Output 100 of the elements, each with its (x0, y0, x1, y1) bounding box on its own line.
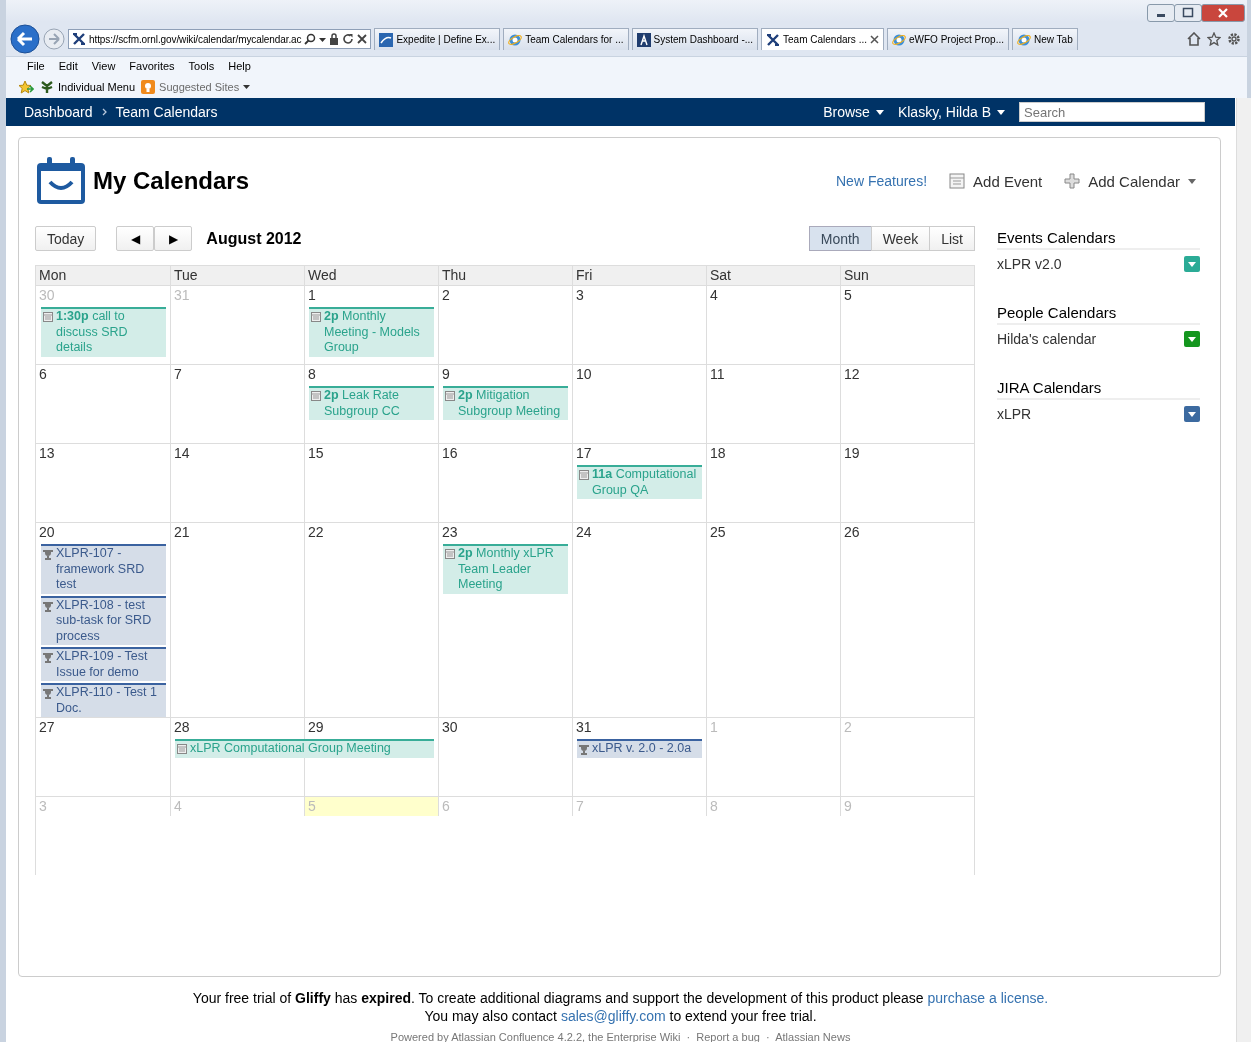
day-number: 2 (441, 286, 451, 305)
favorites-link[interactable]: Suggested Sites (159, 80, 240, 93)
menu-item[interactable]: Favorites (122, 60, 182, 72)
view-tab[interactable]: Week (870, 226, 931, 251)
calendar-name[interactable]: xLPR v2.0 (997, 256, 1062, 272)
section-heading: JIRA Calendars (997, 379, 1200, 400)
tower-icon (636, 32, 651, 47)
weekday-header: Wed (304, 266, 438, 285)
close-icon[interactable] (1201, 4, 1245, 22)
browser-tab[interactable]: System Dashboard -... (631, 28, 759, 50)
section-heading: People Calendars (997, 304, 1200, 325)
today-button[interactable]: Today (35, 226, 97, 251)
favorites-star-icon[interactable] (18, 79, 34, 94)
new-features-link[interactable]: New Features! (836, 173, 928, 189)
back-icon[interactable] (10, 24, 40, 54)
menu-item[interactable]: File (20, 60, 52, 72)
day-number: 28 (173, 718, 191, 737)
purchase-link[interactable]: purchase a license. (927, 990, 1049, 1006)
chevron-icon (101, 108, 107, 116)
weekday-header: Sun (840, 266, 974, 285)
day-number: 26 (843, 523, 861, 542)
minimize-icon[interactable] (1147, 4, 1175, 22)
refresh-icon[interactable] (342, 33, 355, 45)
previous-button[interactable]: ◀ (116, 226, 155, 251)
caret-icon[interactable] (875, 109, 884, 115)
contact-notice: You may also contact sales@gliffy.com to extend your free trial. (423, 1007, 818, 1025)
calendar-menu-button[interactable] (1184, 406, 1200, 422)
day-number: 31 (575, 718, 593, 737)
day-number: 13 (38, 444, 56, 463)
search-icon[interactable] (304, 33, 317, 45)
trophy-icon (43, 549, 53, 560)
browser-tab[interactable]: New Tab (1012, 28, 1078, 50)
calendar-logo-icon (35, 156, 87, 206)
browser-tab[interactable]: Team Calendars ... (761, 28, 884, 50)
day-number: 18 (709, 444, 727, 463)
favorites-link[interactable]: Individual Menu (58, 80, 136, 93)
calendar-icon (445, 549, 455, 559)
day-number: 5 (307, 797, 317, 816)
close-icon[interactable] (357, 34, 368, 44)
menu-item[interactable]: Edit (51, 60, 85, 72)
add-calendar-button[interactable]: Add Calendar (1088, 172, 1180, 190)
breadcrumb-link[interactable]: Team Calendars (115, 104, 218, 120)
day-number: 7 (173, 365, 183, 384)
day-number: 16 (441, 444, 459, 463)
day-number: 29 (307, 718, 325, 737)
browser-icon (1017, 32, 1031, 47)
calendar-menu-button[interactable] (1184, 331, 1200, 347)
issue-event[interactable]: XLPR-108 - test sub-task for SRD process (41, 595, 166, 645)
close-icon[interactable] (870, 35, 879, 44)
issue-event[interactable]: XLPR-107 - framework SRD test (41, 544, 166, 594)
caret-icon[interactable] (243, 83, 251, 90)
day-number: 25 (709, 523, 727, 542)
view-tab[interactable]: Month (808, 226, 872, 251)
day-number: 14 (173, 444, 191, 463)
settings-icon[interactable] (1227, 32, 1241, 46)
day-number: 10 (575, 365, 593, 384)
day-number: 24 (575, 523, 593, 542)
user-menu[interactable]: Klasky, Hilda B (897, 104, 991, 120)
caret-icon[interactable] (1188, 178, 1196, 184)
day-number: 19 (843, 444, 861, 463)
day-number: 3 (575, 286, 585, 305)
day-number: 8 (307, 365, 317, 384)
browser-tab[interactable]: eWFO Project Prop... (887, 28, 1009, 50)
day-number: 11 (709, 365, 726, 384)
day-number: 8 (709, 797, 719, 816)
issue-event[interactable]: XLPR-110 - Test 1 Doc. (41, 683, 166, 717)
suggested-sites-icon (141, 79, 156, 94)
site-icon (379, 32, 394, 47)
calendar-name[interactable]: xLPR (997, 406, 1032, 422)
breadcrumb-link[interactable]: Dashboard (24, 104, 93, 120)
menu-item[interactable]: View (84, 60, 123, 72)
home-icon[interactable] (1187, 32, 1201, 46)
calendar-menu-button[interactable] (1184, 256, 1200, 272)
maximize-icon[interactable] (1174, 4, 1202, 22)
issue-event[interactable]: xLPR v. 2.0 - 2.0a (577, 739, 702, 758)
trial-notice: Your free trial of Gliffy has expired. To create additional diagrams and support the development of this product please purchase a license. (191, 989, 1050, 1007)
star-icon[interactable] (1207, 32, 1221, 46)
issue-event[interactable]: XLPR-109 - Test Issue for demo (41, 647, 166, 681)
weekday-header: Sat (706, 266, 840, 285)
calendar-name[interactable]: Hilda's calendar (997, 331, 1097, 347)
browse-menu[interactable]: Browse (823, 104, 870, 120)
search-field[interactable]: Search (1019, 102, 1205, 122)
browser-tab[interactable]: Team Calendars for ... (503, 28, 629, 50)
next-button[interactable]: ▶ (154, 226, 193, 251)
day-number: 1 (307, 286, 317, 305)
day-number: 1 (709, 718, 719, 737)
plus-icon (1064, 173, 1081, 189)
address-field[interactable]: https://scfm.ornl.gov/wiki/calendar/mycalendar.ac (68, 29, 372, 49)
day-number: 27 (38, 718, 56, 737)
scrollbar[interactable] (1236, 98, 1251, 1042)
menu-item[interactable]: Help (221, 60, 258, 72)
calendar-icon (949, 173, 966, 189)
caret-icon[interactable] (997, 109, 1005, 115)
menu-item[interactable]: Tools (181, 60, 222, 72)
browser-tab[interactable]: Expedite | Define Ex... (374, 28, 501, 50)
caret-icon (1188, 336, 1196, 342)
add-event-button[interactable]: Add Event (973, 172, 1043, 190)
email-link[interactable]: sales@gliffy.com (560, 1008, 666, 1024)
view-tab[interactable]: List (929, 226, 975, 251)
calendar-icon (579, 470, 589, 480)
